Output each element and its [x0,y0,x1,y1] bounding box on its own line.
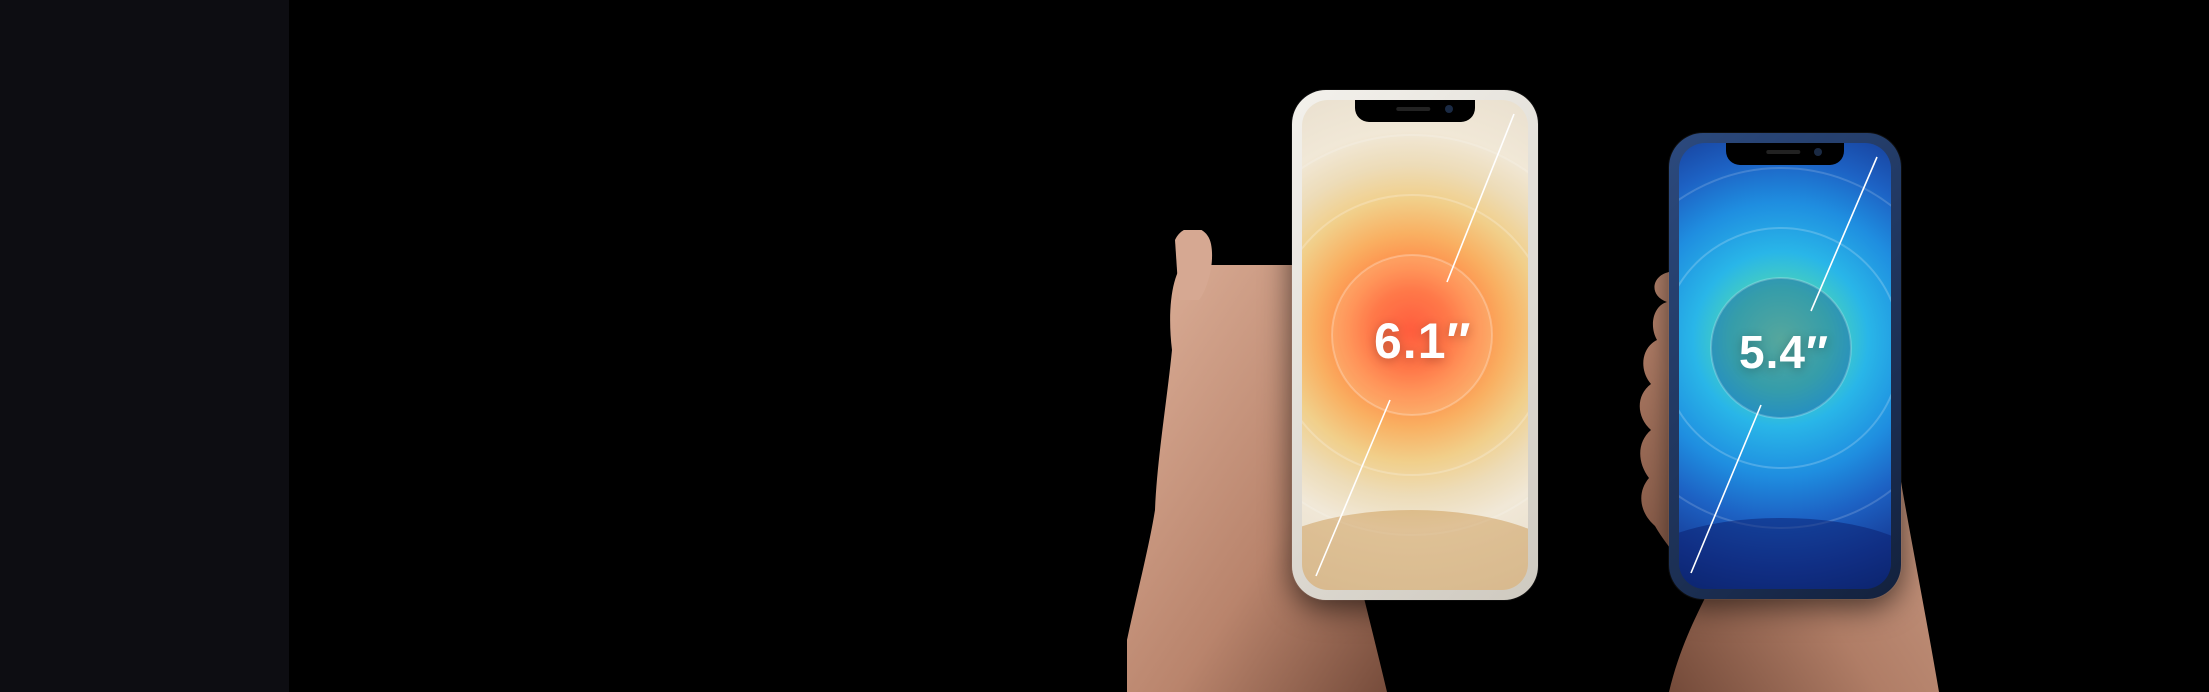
small-phone-size-label: 5.4″ [1739,326,1829,378]
speaker-icon [1396,107,1431,111]
product-photo: 6.1″ 5.4″ [289,0,2209,692]
small-phone-notch [1726,143,1844,165]
small-phone: 5.4″ [1669,133,1901,599]
large-phone: 6.1″ [1292,90,1538,600]
camera-icon [1445,105,1453,113]
small-phone-screen: 5.4″ [1679,143,1891,589]
left-panel [0,0,289,692]
large-phone-notch [1355,100,1475,122]
large-phone-screen: 6.1″ [1302,100,1528,590]
speaker-icon [1766,150,1801,154]
camera-icon [1814,148,1822,156]
large-phone-size-label: 6.1″ [1374,313,1472,369]
